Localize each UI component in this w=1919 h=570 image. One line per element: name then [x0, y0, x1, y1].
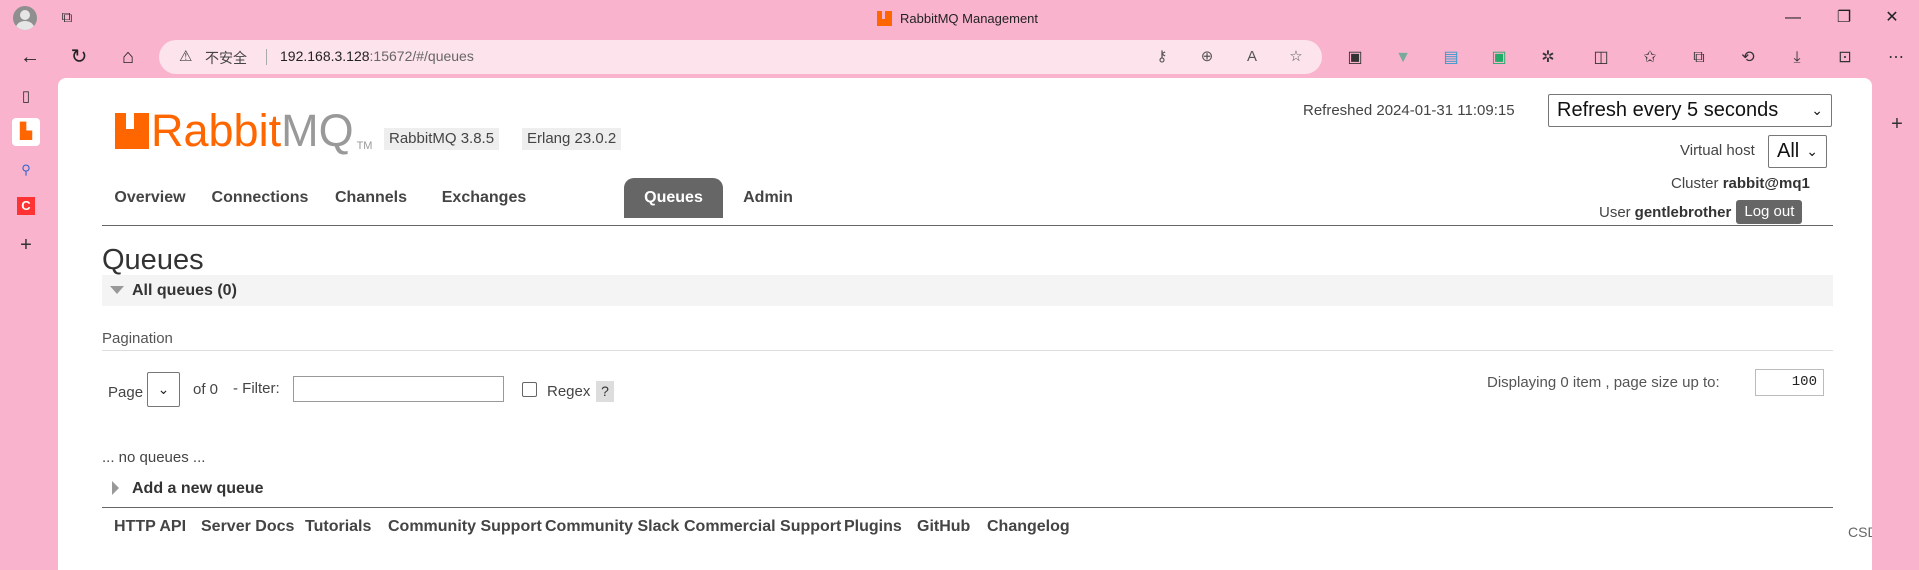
search-icon[interactable]: ⚲	[12, 156, 40, 184]
more-menu-icon[interactable]: ⋯	[1885, 47, 1907, 69]
erlang-version-badge: Erlang 23.0.2	[522, 128, 622, 150]
split-screen-icon[interactable]: ◫	[1590, 47, 1612, 69]
tab-admin[interactable]: Admin	[728, 178, 808, 218]
tab-channels[interactable]: Channels	[323, 178, 419, 218]
warning-icon: ⚠	[179, 48, 193, 65]
url-text[interactable]: 192.168.3.128:15672/#/queues	[280, 48, 474, 64]
address-bar[interactable]: ⚠ 不安全 192.168.3.128:15672/#/queues ⚷ ⊕ A…	[159, 40, 1322, 74]
regex-label: Regex	[547, 383, 591, 400]
filter-label: - Filter:	[233, 380, 280, 397]
reload-icon[interactable]: ↻	[66, 44, 92, 70]
home-icon[interactable]: ⌂	[115, 44, 141, 70]
browser-titlebar: ⧉ RabbitMQ Management — ❐ ✕	[0, 0, 1919, 36]
footer-link-community-slack[interactable]: Community Slack	[545, 518, 679, 536]
tab-connections[interactable]: Connections	[202, 178, 318, 218]
browser-sidebar-left: ▯ ▙ ⚲ C +	[0, 76, 50, 570]
triangle-down-icon	[110, 286, 124, 294]
sidebar-add-icon[interactable]: +	[1883, 110, 1911, 138]
read-aloud-icon[interactable]: A	[1242, 47, 1262, 67]
refreshed-timestamp: Refreshed 2024-01-31 11:09:15	[1303, 102, 1515, 119]
url-path: :15672/#/queues	[369, 48, 474, 64]
tab-overview[interactable]: Overview	[102, 178, 198, 218]
zoom-icon[interactable]: ⊕	[1197, 47, 1217, 67]
back-arrow-icon[interactable]: ←	[17, 44, 43, 70]
all-queues-section-toggle[interactable]: All queues (0)	[102, 275, 1833, 306]
sidebar-toggle-icon[interactable]: ▯	[12, 83, 40, 111]
no-queues-message: ... no queues ...	[102, 449, 206, 466]
regex-help-button[interactable]: ?	[596, 381, 614, 402]
window-title: RabbitMQ Management	[877, 9, 1038, 27]
page-count-label: of 0	[193, 381, 219, 398]
extension-1-icon[interactable]: ▣	[1344, 47, 1366, 69]
history-icon[interactable]: ⟲	[1737, 47, 1759, 69]
footer-link-server-docs[interactable]: Server Docs	[201, 518, 294, 536]
rabbitmq-version-badge: RabbitMQ 3.8.5	[384, 128, 500, 150]
rabbitmq-page: Rabbit MQ TM RabbitMQ 3.8.5 Erlang 23.0.…	[58, 78, 1872, 570]
browser-sidebar-right: +	[1874, 76, 1919, 570]
triangle-right-icon	[112, 481, 119, 495]
minimize-button[interactable]: —	[1778, 6, 1808, 30]
refresh-interval-select[interactable]: Refresh every 5 seconds ⌄	[1548, 94, 1832, 127]
chevron-down-icon: ⌄	[157, 381, 170, 397]
tab-queues[interactable]: Queues	[624, 178, 723, 218]
favorite-star-icon[interactable]: ☆	[1286, 47, 1306, 67]
footer-link-changelog[interactable]: Changelog	[987, 518, 1070, 536]
footer-link-commercial-support[interactable]: Commercial Support	[684, 518, 841, 536]
footer-link-http-api[interactable]: HTTP API	[114, 518, 186, 536]
csdn-watermark: CSDN @温柔哥`	[1848, 524, 1872, 540]
extension-vue-icon[interactable]: ▼	[1392, 47, 1414, 69]
logo-tm-text: TM	[356, 140, 373, 152]
collections-icon[interactable]: ⧉	[1688, 47, 1710, 69]
footer-link-tutorials[interactable]: Tutorials	[305, 518, 371, 536]
csdn-tab-icon[interactable]: C	[12, 192, 40, 220]
url-host: 192.168.3.128	[280, 48, 370, 64]
downloads-icon[interactable]: ⤓	[1786, 47, 1808, 69]
logo-mq-text: MQ	[281, 105, 354, 156]
pagination-label: Pagination	[102, 330, 173, 347]
page-size-input[interactable]: 100	[1755, 369, 1824, 396]
logo-rabbit-text: Rabbit	[151, 105, 282, 156]
regex-checkbox[interactable]	[522, 382, 537, 397]
url-separator	[266, 49, 267, 65]
add-tab-icon[interactable]: +	[12, 231, 40, 259]
main-nav: Overview Connections Channels Exchanges …	[102, 178, 1833, 226]
restore-button[interactable]: ❐	[1829, 6, 1859, 30]
rabbitmq-logo-icon	[115, 113, 149, 149]
security-label[interactable]: 不安全	[205, 48, 247, 68]
extension-3-icon[interactable]: ▤	[1440, 47, 1462, 69]
footer-link-plugins[interactable]: Plugins	[844, 518, 902, 536]
page-select[interactable]: ⌄	[147, 372, 180, 407]
pagination-divider	[102, 350, 1833, 351]
displaying-label: Displaying 0 item , page size up to:	[1487, 374, 1720, 391]
tab-exchanges[interactable]: Exchanges	[424, 178, 544, 218]
key-icon[interactable]: ⚷	[1152, 47, 1172, 67]
footer-divider	[102, 507, 1833, 508]
filter-input[interactable]	[293, 376, 504, 402]
favorites-icon[interactable]: ✩	[1639, 47, 1661, 69]
all-queues-title: All queues (0)	[132, 282, 237, 299]
rabbitmq-favicon-icon	[877, 10, 892, 26]
virtual-host-label: Virtual host	[1680, 142, 1755, 159]
virtual-host-value: All	[1777, 140, 1800, 162]
rabbitmq-logo[interactable]: Rabbit MQ TM	[115, 108, 372, 154]
chevron-down-icon: ⌄	[1806, 143, 1818, 159]
refresh-interval-value: Refresh every 5 seconds	[1557, 99, 1779, 121]
close-window-button[interactable]: ✕	[1877, 6, 1907, 30]
tab-actions-icon[interactable]: ⧉	[58, 9, 76, 27]
page-title: Queues	[102, 244, 204, 276]
window-title-text: RabbitMQ Management	[900, 10, 1039, 26]
extension-download-icon[interactable]: ▣	[1488, 47, 1510, 69]
extensions-puzzle-icon[interactable]: ✲	[1537, 47, 1559, 69]
chevron-down-icon: ⌄	[1811, 102, 1823, 118]
profile-avatar-icon[interactable]	[13, 6, 37, 30]
screenshot-icon[interactable]: ⊡	[1834, 47, 1856, 69]
footer-link-github[interactable]: GitHub	[917, 518, 970, 536]
page-label: Page	[108, 384, 144, 401]
rabbitmq-tab-icon[interactable]: ▙	[12, 118, 40, 146]
add-queue-toggle[interactable]: Add a new queue	[132, 480, 264, 498]
virtual-host-select[interactable]: All ⌄	[1768, 135, 1827, 168]
footer-link-community-support[interactable]: Community Support	[388, 518, 542, 536]
